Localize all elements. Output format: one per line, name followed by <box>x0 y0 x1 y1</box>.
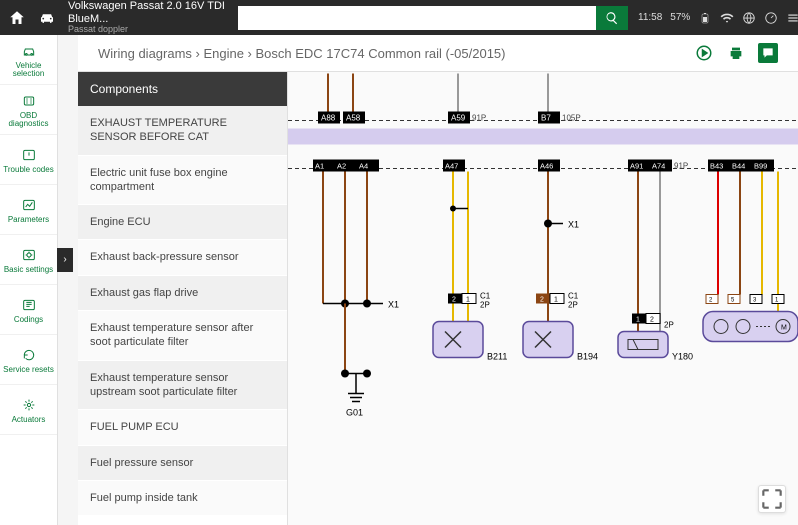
nav-service-resets[interactable]: Service resets <box>0 335 57 385</box>
svg-text:B211: B211 <box>487 352 507 362</box>
nav-obd-diagnostics[interactable]: OBD diagnostics <box>0 85 57 135</box>
svg-text:A47: A47 <box>445 162 458 171</box>
svg-text:A46: A46 <box>540 162 553 171</box>
battery-icon <box>698 11 712 25</box>
svg-text:2P: 2P <box>664 321 674 330</box>
nav-label: Codings <box>12 316 45 324</box>
component-item[interactable]: EXHAUST TEMPERATURE SENSOR BEFORE CAT <box>78 106 287 156</box>
svg-text:Y180: Y180 <box>672 352 693 362</box>
nav-actuators[interactable]: Actuators <box>0 385 57 435</box>
trouble-codes-icon <box>18 146 40 164</box>
svg-text:B194: B194 <box>577 352 598 362</box>
svg-text:A59: A59 <box>451 114 466 123</box>
nav-label: Vehicle selection <box>0 62 57 78</box>
nav-trouble-codes[interactable]: Trouble codes <box>0 135 57 185</box>
search-bar <box>238 6 628 30</box>
svg-text:A91: A91 <box>630 162 643 171</box>
svg-text:X1: X1 <box>388 300 399 310</box>
globe-icon[interactable] <box>742 11 756 25</box>
svg-text:G01: G01 <box>346 408 363 418</box>
clock: 11:58 <box>638 12 662 23</box>
gauge-icon[interactable] <box>764 11 778 25</box>
nav-label: Parameters <box>6 216 51 224</box>
nav-label: Trouble codes <box>1 166 55 174</box>
vehicle-selection-icon <box>18 42 40 60</box>
svg-text:A58: A58 <box>346 114 361 123</box>
svg-text:A88: A88 <box>321 114 336 123</box>
car-icon <box>36 8 58 28</box>
service-resets-icon <box>18 346 40 364</box>
print-button[interactable] <box>726 43 746 63</box>
codings-icon <box>18 296 40 314</box>
actuators-icon <box>18 396 40 414</box>
nav-label: OBD diagnostics <box>0 112 57 128</box>
component-item[interactable]: Exhaust back-pressure sensor <box>78 240 287 275</box>
svg-text:105P: 105P <box>562 114 581 123</box>
component-item[interactable]: Exhaust temperature sensor upstream soot… <box>78 361 287 411</box>
component-item[interactable]: Engine ECU <box>78 205 287 240</box>
wifi-icon <box>720 11 734 25</box>
play-button[interactable] <box>694 43 714 63</box>
breadcrumb-actions <box>694 43 778 63</box>
parameters-icon <box>18 196 40 214</box>
wiring-diagram[interactable]: A88 A58 A59 91P B7 105P A1 A2 A4 A47 A46 A91 A74 91P… <box>288 72 798 525</box>
nav-label: Service resets <box>1 366 56 374</box>
basic-settings-icon <box>18 246 40 264</box>
battery-level: 57% <box>670 12 690 23</box>
svg-text:X1: X1 <box>568 220 579 230</box>
components-panel: Components EXHAUST TEMPERATURE SENSOR BE… <box>78 72 288 525</box>
status-tray: 11:58 57% tw <box>638 11 798 25</box>
component-item[interactable]: Electric unit fuse box engine compartmen… <box>78 156 287 206</box>
home-icon[interactable] <box>8 8 26 28</box>
feedback-button[interactable] <box>758 43 778 63</box>
component-item[interactable]: FUEL PUMP ECU <box>78 410 287 445</box>
left-nav: Vehicle selection OBD diagnostics Trouble … <box>0 35 58 525</box>
svg-text:91P: 91P <box>674 162 688 171</box>
nav-expand-icon[interactable]: › <box>57 248 73 272</box>
nav-label: Basic settings <box>2 266 55 274</box>
nav-basic-settings[interactable]: Basic settings› <box>0 235 57 285</box>
obd-diagnostics-icon <box>18 92 40 110</box>
component-item[interactable]: Exhaust gas flap drive <box>78 276 287 311</box>
svg-text:B7: B7 <box>541 114 551 123</box>
svg-text:2: 2 <box>650 317 654 324</box>
components-header: Components <box>78 72 287 106</box>
svg-text:A4: A4 <box>359 162 368 171</box>
svg-text:B43: B43 <box>710 162 723 171</box>
svg-text:A2: A2 <box>337 162 346 171</box>
menu-icon[interactable] <box>786 11 798 25</box>
svg-text:1: 1 <box>636 317 640 324</box>
components-list: EXHAUST TEMPERATURE SENSOR BEFORE CATEle… <box>78 106 287 525</box>
svg-text:91P: 91P <box>472 114 486 123</box>
svg-text:C1: C1 <box>480 292 491 301</box>
svg-text:B99: B99 <box>754 162 767 171</box>
svg-text:2: 2 <box>540 297 544 304</box>
vehicle-title: Volkswagen Passat 2.0 16V TDI BlueM... P… <box>68 0 228 34</box>
component-item[interactable]: Fuel pump inside tank <box>78 481 287 516</box>
search-button[interactable] <box>596 6 628 30</box>
component-item[interactable]: Exhaust temperature sensor after soot pa… <box>78 311 287 361</box>
nav-parameters[interactable]: Parameters <box>0 185 57 235</box>
svg-text:2: 2 <box>452 297 456 304</box>
fullscreen-button[interactable] <box>758 485 786 513</box>
svg-text:B44: B44 <box>732 162 745 171</box>
topbar: Volkswagen Passat 2.0 16V TDI BlueM... P… <box>0 0 798 35</box>
search-input[interactable] <box>238 6 596 30</box>
svg-text:A74: A74 <box>652 162 665 171</box>
svg-text:A1: A1 <box>315 162 324 171</box>
nav-codings[interactable]: Codings <box>0 285 57 335</box>
svg-text:C1: C1 <box>568 292 579 301</box>
vehicle-name: Volkswagen Passat 2.0 16V TDI BlueM... <box>68 0 228 24</box>
component-item[interactable]: Fuel pressure sensor <box>78 446 287 481</box>
breadcrumb-bar: Wiring diagrams › Engine › Bosch EDC 17C… <box>78 35 798 72</box>
svg-text:2P: 2P <box>568 301 578 310</box>
nav-label: Actuators <box>10 416 48 424</box>
svg-text:M: M <box>781 325 787 332</box>
vehicle-subtitle: Passat doppler <box>68 25 228 35</box>
svg-text:1: 1 <box>466 297 470 304</box>
svg-text:1: 1 <box>554 297 558 304</box>
svg-text:2P: 2P <box>480 301 490 310</box>
breadcrumb-path: Wiring diagrams › Engine › Bosch EDC 17C… <box>98 46 684 61</box>
nav-vehicle-selection[interactable]: Vehicle selection <box>0 35 57 85</box>
